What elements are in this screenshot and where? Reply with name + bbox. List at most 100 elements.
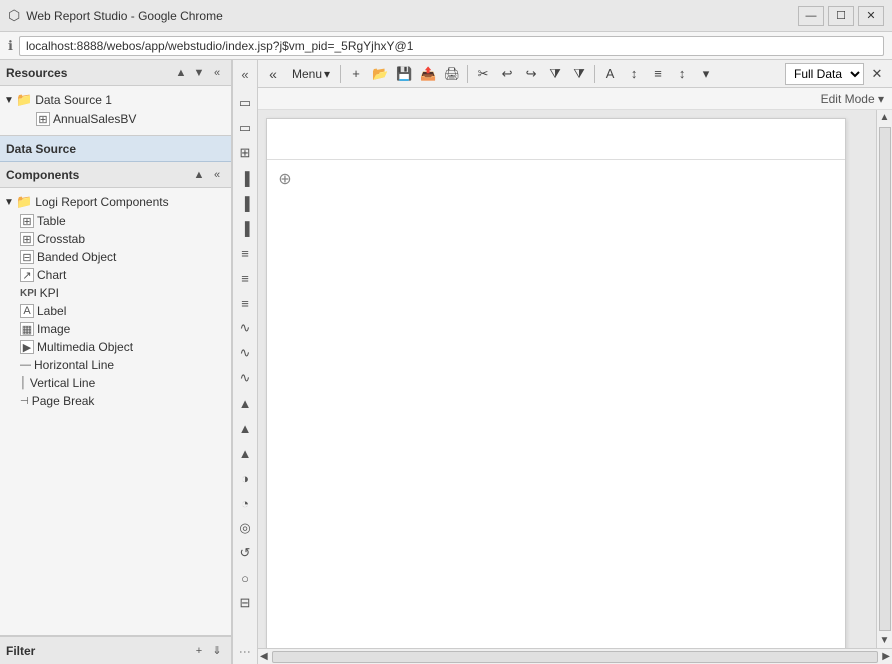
resources-collapse-button[interactable]: «: [209, 65, 225, 81]
tool-bar1-icon[interactable]: ▐: [233, 166, 257, 190]
tool-wave3-icon[interactable]: ∿: [233, 366, 257, 390]
tool-grid-icon[interactable]: ⊟: [233, 591, 257, 615]
components-title: Components: [6, 168, 79, 182]
print-button[interactable]: 🖨: [441, 63, 463, 85]
tool-area2-icon[interactable]: ▲: [233, 416, 257, 440]
vline-icon: │: [20, 377, 27, 389]
scroll-left-arrow[interactable]: ◀: [258, 651, 270, 662]
components-section: Components ▲ « ▼ 📁 Logi Report Component…: [0, 162, 231, 636]
menu-button[interactable]: Menu ▾: [286, 63, 336, 85]
tool-area3-icon[interactable]: ▲: [233, 441, 257, 465]
filter-add-button[interactable]: +: [191, 643, 207, 659]
component-chart-label: Chart: [37, 268, 66, 282]
tool-refresh1-icon[interactable]: ↺: [233, 541, 257, 565]
h-scroll-track[interactable]: [272, 651, 879, 663]
tool-wave2-icon[interactable]: ∿: [233, 341, 257, 365]
maximize-button[interactable]: ☐: [828, 6, 854, 26]
undo-button[interactable]: ↩: [496, 63, 518, 85]
vertical-scrollbar[interactable]: ▲ ▼: [876, 110, 892, 648]
tool-list2-icon[interactable]: ≡: [233, 266, 257, 290]
resources-down-button[interactable]: ▼: [191, 65, 207, 81]
tool-circle-icon[interactable]: ○: [233, 566, 257, 590]
data-source-item[interactable]: ▼ 📁 Data Source 1: [0, 90, 231, 110]
distribute-button[interactable]: ↕: [671, 63, 693, 85]
tool-area1-icon[interactable]: ▲: [233, 391, 257, 415]
data-source-section-title: Data Source: [6, 142, 76, 156]
sep3: [594, 65, 595, 83]
annual-sales-item[interactable]: ⊞ AnnualSalesBV: [0, 110, 231, 128]
cut-button[interactable]: ✂: [472, 63, 494, 85]
component-label[interactable]: A Label: [0, 302, 231, 320]
tool-collapse-left[interactable]: «: [233, 62, 257, 86]
resources-header: Resources ▲ ▼ «: [0, 60, 231, 86]
more-tools-indicator[interactable]: ⋮: [234, 642, 256, 662]
component-hline[interactable]: — Horizontal Line: [0, 356, 231, 374]
minimize-button[interactable]: —: [798, 6, 824, 26]
group-label: Logi Report Components: [35, 195, 168, 209]
component-image-label: Image: [37, 322, 70, 336]
tool-list1-icon[interactable]: ≡: [233, 241, 257, 265]
edit-mode-label[interactable]: Edit Mode ▾: [821, 92, 884, 106]
scroll-right-arrow[interactable]: ▶: [880, 651, 892, 662]
expand-icon[interactable]: ▼: [4, 95, 16, 106]
align-button[interactable]: ≡: [647, 63, 669, 85]
redo-button[interactable]: ↪: [520, 63, 542, 85]
resources-tree: ▼ 📁 Data Source 1 ⊞ AnnualSalesBV: [0, 86, 231, 136]
more-button[interactable]: ▾: [695, 63, 717, 85]
sort-button[interactable]: ↕: [623, 63, 645, 85]
url-field[interactable]: localhost:8888/webos/app/webstudio/index…: [19, 36, 884, 56]
scroll-up-arrow[interactable]: ▲: [878, 110, 892, 125]
close-button[interactable]: ✕: [858, 6, 884, 26]
tool-pie1-icon[interactable]: ◑: [233, 466, 257, 490]
data-source-section-header: Data Source: [0, 136, 231, 162]
component-table[interactable]: ⊞ Table: [0, 212, 231, 230]
tool-bar3-icon[interactable]: ▐: [233, 216, 257, 240]
scroll-track[interactable]: [879, 127, 891, 631]
sep2: [467, 65, 468, 83]
component-image[interactable]: ▦ Image: [0, 320, 231, 338]
tool-list3-icon[interactable]: ≡: [233, 291, 257, 315]
save-button[interactable]: 💾: [393, 63, 415, 85]
component-hline-label: Horizontal Line: [34, 358, 114, 372]
component-multimedia[interactable]: ▶ Multimedia Object: [0, 338, 231, 356]
components-collapse-button[interactable]: «: [209, 167, 225, 183]
export-button[interactable]: 📤: [417, 63, 439, 85]
horizontal-scrollbar[interactable]: ◀ ▶: [258, 648, 892, 664]
group-expand-icon[interactable]: ▼: [4, 197, 16, 208]
scroll-down-arrow[interactable]: ▼: [878, 633, 892, 648]
open-button[interactable]: 📂: [369, 63, 391, 85]
window-controls: — ☐ ✕: [798, 6, 884, 26]
component-crosstab[interactable]: ⊞ Crosstab: [0, 230, 231, 248]
kpi-icon: KPI: [20, 288, 37, 299]
toolbar-close-btn[interactable]: ✕: [866, 63, 888, 85]
tool-pie3-icon[interactable]: ◎: [233, 516, 257, 540]
toolbar-collapse-btn[interactable]: «: [262, 63, 284, 85]
tool-bar2-icon[interactable]: ▐: [233, 191, 257, 215]
canvas-area[interactable]: ⊕: [258, 110, 876, 648]
component-vline[interactable]: │ Vertical Line: [0, 374, 231, 392]
filter2-button[interactable]: ⧩: [568, 63, 590, 85]
full-data-select[interactable]: Full Data: [785, 63, 864, 85]
menu-label: Menu: [292, 67, 322, 81]
filter-expand-button[interactable]: ⇓: [209, 643, 225, 659]
resources-up-button[interactable]: ▲: [173, 65, 189, 81]
component-pagebreak[interactable]: ⊣ Page Break: [0, 392, 231, 410]
resources-controls: ▲ ▼ «: [173, 65, 225, 81]
filter1-button[interactable]: ⧩: [544, 63, 566, 85]
tool-page-icon[interactable]: ▭: [233, 91, 257, 115]
add-cell-button[interactable]: ⊕: [275, 169, 295, 189]
tool-wave1-icon[interactable]: ∿: [233, 316, 257, 340]
component-chart[interactable]: ↗ Chart: [0, 266, 231, 284]
tool-table-icon[interactable]: ⊞: [233, 141, 257, 165]
components-controls: ▲ «: [191, 167, 225, 183]
text-button[interactable]: A: [599, 63, 621, 85]
components-up-button[interactable]: ▲: [191, 167, 207, 183]
data-source-label: Data Source 1: [35, 93, 112, 107]
component-pagebreak-label: Page Break: [32, 394, 95, 408]
component-kpi[interactable]: KPI KPI: [0, 284, 231, 302]
tool-page2-icon[interactable]: ▭: [233, 116, 257, 140]
component-banded-object[interactable]: ⊟ Banded Object: [0, 248, 231, 266]
add-button[interactable]: +: [345, 63, 367, 85]
tool-pie2-icon[interactable]: ◔: [233, 491, 257, 515]
logi-components-group[interactable]: ▼ 📁 Logi Report Components: [0, 192, 231, 212]
